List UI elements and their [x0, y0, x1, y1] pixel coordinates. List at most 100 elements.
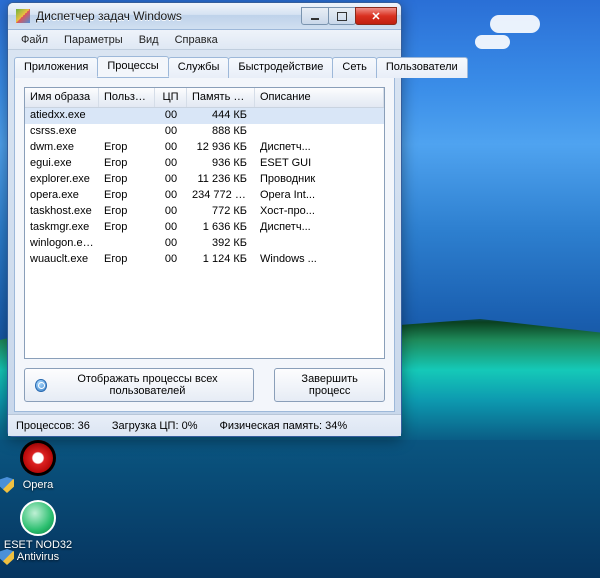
cell-cpu: 00	[155, 156, 187, 172]
process-list[interactable]: Имя образа Пользо... ЦП Память (... Опис…	[24, 87, 385, 359]
col-memory[interactable]: Память (...	[187, 88, 255, 107]
tab-processes[interactable]: Процессы	[97, 56, 168, 77]
table-row[interactable]: opera.exeЕгор00234 772 КБOpera Int...	[25, 188, 384, 204]
minimize-button[interactable]	[301, 7, 329, 25]
col-description[interactable]: Описание	[255, 88, 384, 107]
desktop-icon-unknown[interactable]	[15, 536, 51, 572]
cell-user: Егор	[99, 172, 155, 188]
cell-name: atiedxx.exe	[25, 108, 99, 124]
cell-name: dwm.exe	[25, 140, 99, 156]
cell-desc: Opera Int...	[255, 188, 384, 204]
cell-mem: 1 124 КБ	[187, 252, 255, 268]
maximize-button[interactable]	[328, 7, 356, 25]
cell-name: taskhost.exe	[25, 204, 99, 220]
menubar: Файл Параметры Вид Справка	[8, 30, 401, 50]
tab-services[interactable]: Службы	[168, 57, 230, 78]
status-memory-usage: Физическая память: 34%	[219, 420, 347, 432]
cell-mem: 234 772 КБ	[187, 188, 255, 204]
tab-performance[interactable]: Быстродействие	[228, 57, 333, 78]
menu-view[interactable]: Вид	[132, 32, 166, 48]
cell-user: Егор	[99, 220, 155, 236]
menu-help[interactable]: Справка	[168, 32, 225, 48]
cell-desc	[255, 236, 384, 252]
col-cpu[interactable]: ЦП	[155, 88, 187, 107]
cell-mem: 12 936 КБ	[187, 140, 255, 156]
cell-name: winlogon.exe	[25, 236, 99, 252]
cell-user	[99, 108, 155, 124]
status-cpu-usage: Загрузка ЦП: 0%	[112, 420, 198, 432]
cell-user: Егор	[99, 156, 155, 172]
cell-name: wuauclt.exe	[25, 252, 99, 268]
window-title: Диспетчер задач Windows	[36, 9, 302, 23]
table-row[interactable]: wuauclt.exeЕгор001 124 КБWindows ...	[25, 252, 384, 268]
statusbar: Процессов: 36 Загрузка ЦП: 0% Физическая…	[8, 414, 401, 436]
tab-networking[interactable]: Сеть	[332, 57, 376, 78]
eset-icon	[20, 500, 56, 536]
table-row[interactable]: taskmgr.exeЕгор001 636 КБДиспетч...	[25, 220, 384, 236]
cell-user	[99, 236, 155, 252]
cell-mem: 11 236 КБ	[187, 172, 255, 188]
cell-user: Егор	[99, 140, 155, 156]
table-row[interactable]: atiedxx.exe 00444 КБ	[25, 108, 384, 124]
cell-cpu: 00	[155, 172, 187, 188]
cell-cpu: 00	[155, 204, 187, 220]
cell-cpu: 00	[155, 252, 187, 268]
cell-mem: 1 636 КБ	[187, 220, 255, 236]
list-header: Имя образа Пользо... ЦП Память (... Опис…	[25, 88, 384, 108]
show-all-processes-button[interactable]: Отображать процессы всех пользователей	[24, 368, 254, 402]
cell-mem: 888 КБ	[187, 124, 255, 140]
task-manager-window: Диспетчер задач Windows Файл Параметры В…	[7, 2, 402, 437]
button-label: Завершить процесс	[285, 373, 374, 397]
cell-cpu: 00	[155, 140, 187, 156]
cell-name: egui.exe	[25, 156, 99, 172]
app-icon	[16, 9, 30, 23]
col-user[interactable]: Пользо...	[99, 88, 155, 107]
cell-user: Егор	[99, 252, 155, 268]
cell-mem: 772 КБ	[187, 204, 255, 220]
tab-applications[interactable]: Приложения	[14, 57, 98, 78]
cell-name: taskmgr.exe	[25, 220, 99, 236]
table-row[interactable]: egui.exeЕгор00936 КБESET GUI	[25, 156, 384, 172]
cell-mem: 936 КБ	[187, 156, 255, 172]
cell-mem: 444 КБ	[187, 108, 255, 124]
cell-user	[99, 124, 155, 140]
tab-content: Имя образа Пользо... ЦП Память (... Опис…	[14, 77, 395, 412]
table-row[interactable]: csrss.exe 00888 КБ	[25, 124, 384, 140]
cell-cpu: 00	[155, 124, 187, 140]
col-image-name[interactable]: Имя образа	[25, 88, 99, 107]
tab-users[interactable]: Пользователи	[376, 57, 468, 78]
cell-user: Егор	[99, 188, 155, 204]
tabstrip: Приложения Процессы Службы Быстродействи…	[8, 50, 401, 77]
cell-desc	[255, 108, 384, 124]
end-process-button[interactable]: Завершить процесс	[274, 368, 385, 402]
table-row[interactable]: taskhost.exeЕгор00772 КБХост-про...	[25, 204, 384, 220]
table-row[interactable]: winlogon.exe 00392 КБ	[25, 236, 384, 252]
cell-desc: Диспетч...	[255, 140, 384, 156]
table-row[interactable]: explorer.exeЕгор0011 236 КБПроводник	[25, 172, 384, 188]
cell-desc: Проводник	[255, 172, 384, 188]
cell-desc: ESET GUI	[255, 156, 384, 172]
cell-user: Егор	[99, 204, 155, 220]
cell-desc: Windows ...	[255, 252, 384, 268]
opera-icon	[20, 440, 56, 476]
cell-mem: 392 КБ	[187, 236, 255, 252]
status-process-count: Процессов: 36	[16, 420, 90, 432]
cell-desc: Хост-про...	[255, 204, 384, 220]
menu-options[interactable]: Параметры	[57, 32, 130, 48]
cell-cpu: 00	[155, 236, 187, 252]
button-label: Отображать процессы всех пользователей	[52, 373, 244, 397]
cell-desc: Диспетч...	[255, 220, 384, 236]
cell-name: explorer.exe	[25, 172, 99, 188]
table-row[interactable]: dwm.exeЕгор0012 936 КБДиспетч...	[25, 140, 384, 156]
menu-file[interactable]: Файл	[14, 32, 55, 48]
close-button[interactable]	[355, 7, 397, 25]
cell-cpu: 00	[155, 108, 187, 124]
cell-desc	[255, 124, 384, 140]
cell-name: opera.exe	[25, 188, 99, 204]
cell-cpu: 00	[155, 188, 187, 204]
desktop-icon-opera[interactable]: Opera	[3, 440, 73, 491]
cell-name: csrss.exe	[25, 124, 99, 140]
cell-cpu: 00	[155, 220, 187, 236]
titlebar[interactable]: Диспетчер задач Windows	[8, 3, 401, 30]
shield-icon	[35, 379, 47, 392]
